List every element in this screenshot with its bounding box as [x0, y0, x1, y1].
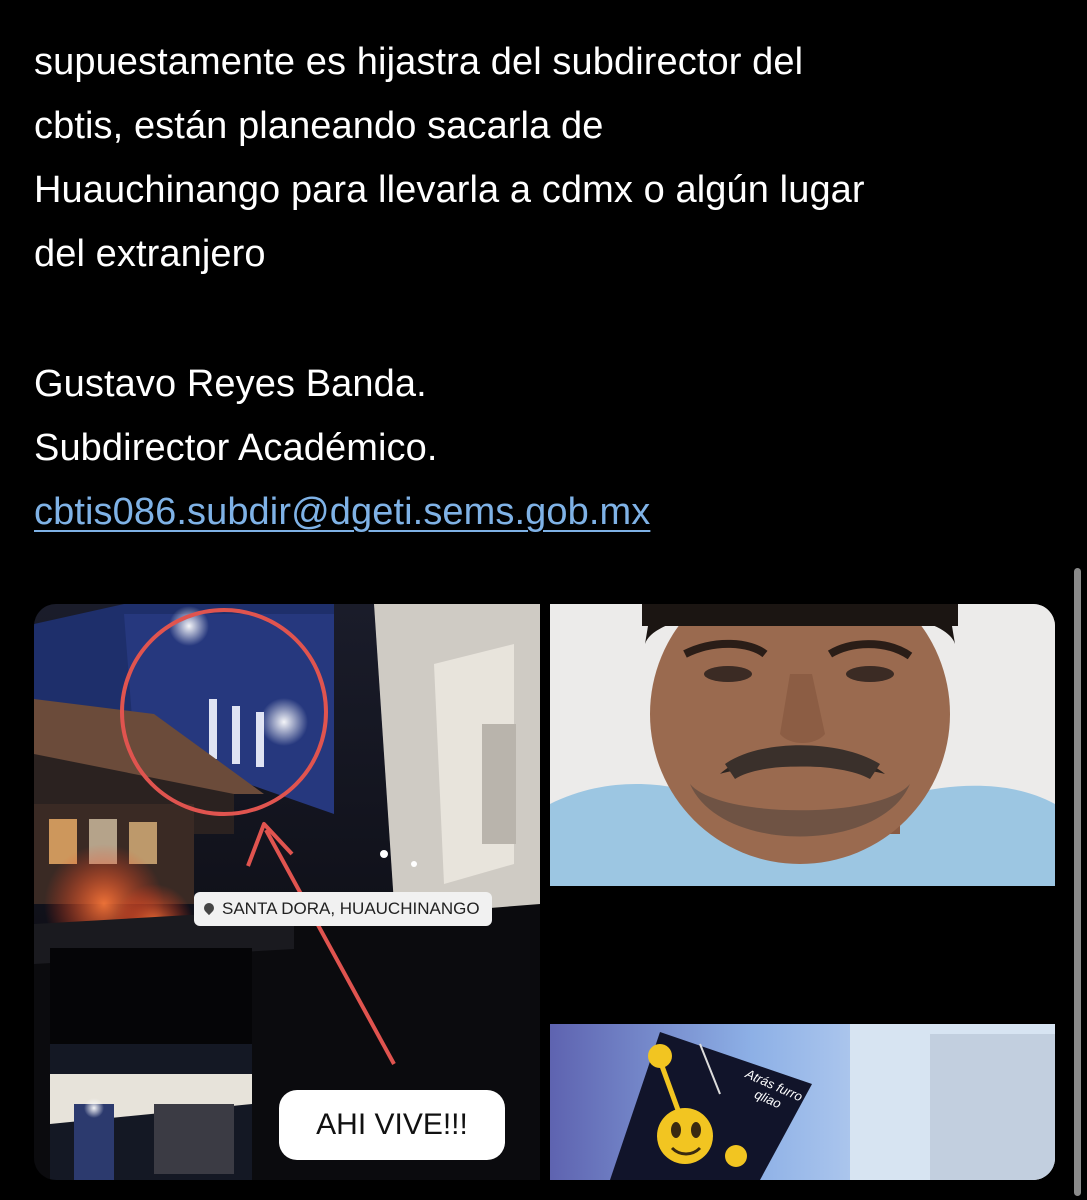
caption-bubble: AHI VIVE!!! — [279, 1090, 505, 1160]
street-photo[interactable]: SANTA DORA, HUAUCHINANGO AHI VIVE!!! — [34, 604, 540, 1180]
tweet-line: cbtis, están planeando sacarla de — [34, 105, 604, 147]
location-pin-icon — [201, 900, 217, 915]
tweet-line: del extranjero — [34, 233, 266, 275]
tweet-media-grid[interactable]: SANTA DORA, HUAUCHINANGO AHI VIVE!!! Atr… — [34, 604, 1055, 1180]
portrait-photo-art — [550, 604, 1055, 886]
meme-photo[interactable]: Atrás furro qliao — [550, 1024, 1055, 1180]
location-tag: SANTA DORA, HUAUCHINANGO — [194, 892, 492, 926]
email-link[interactable]: cbtis086.subdir@dgeti.sems.gob.mx — [34, 491, 650, 533]
location-tag-label: SANTA DORA, HUAUCHINANGO — [222, 899, 480, 918]
tweet-line: supuestamente es hijastra del subdirecto… — [34, 41, 804, 83]
tweet-text: supuestamente es hijastra del subdirecto… — [34, 30, 1064, 544]
tweet-line: Huauchinango para llevarla a cdmx o algú… — [34, 169, 865, 211]
portrait-photo[interactable] — [550, 604, 1055, 886]
scrollbar[interactable] — [1074, 568, 1081, 1196]
signature-title: Subdirector Académico. — [34, 427, 438, 469]
email-line: cbtis086.subdir@dgeti.sems.gob.mx — [34, 480, 1064, 544]
signature-name: Gustavo Reyes Banda. — [34, 363, 427, 405]
